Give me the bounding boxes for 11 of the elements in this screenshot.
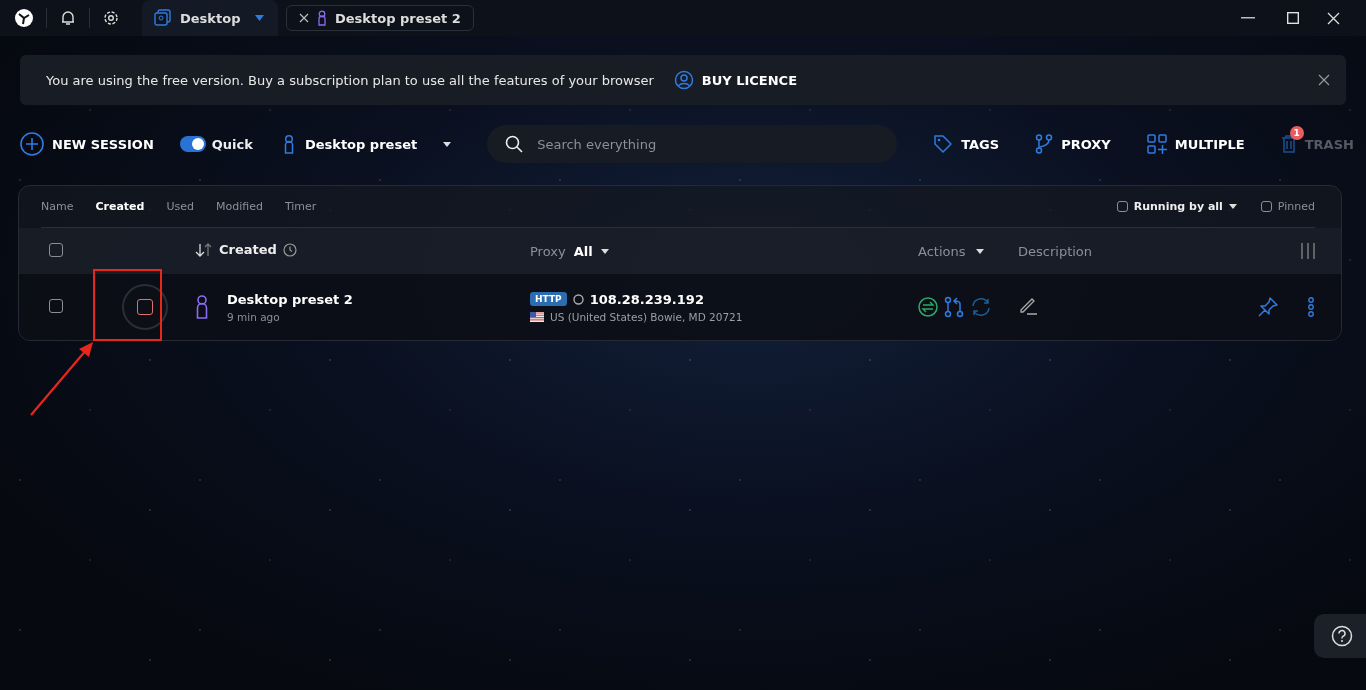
tab-label: Desktop bbox=[180, 10, 241, 26]
column-header: Proxy bbox=[530, 243, 566, 259]
protocol-tag: HTTP bbox=[530, 292, 567, 306]
banner-message: You are using the free version. Buy a subscription plan to use all the features of your browser bbox=[46, 72, 654, 88]
tab-label: Desktop preset 2 bbox=[335, 10, 461, 26]
ip-address: 108.28.239.192 bbox=[589, 291, 704, 307]
toggle-label: Quick bbox=[211, 136, 253, 152]
created-time: 9 min ago bbox=[227, 310, 280, 323]
proxy-location: US (United States) Bowie, MD 20721 bbox=[550, 310, 743, 323]
count-badge: 1 bbox=[1289, 126, 1304, 140]
column-header: Description bbox=[1018, 243, 1093, 259]
